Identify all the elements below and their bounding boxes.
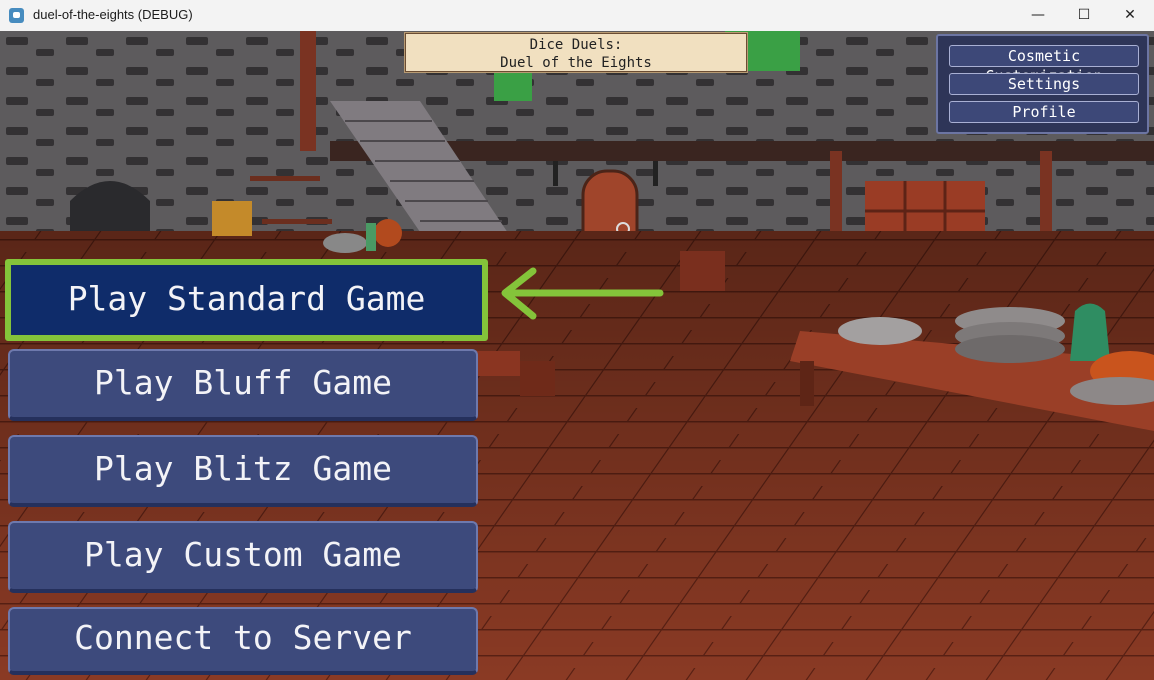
godot-app-icon: [9, 8, 24, 23]
play-standard-game-button[interactable]: Play Standard Game: [5, 259, 488, 341]
play-blitz-game-button[interactable]: Play Blitz Game: [8, 435, 478, 507]
game-viewport: Dice Duels: Duel of the Eights Cosmetic …: [0, 31, 1154, 680]
cosmetic-customization-button[interactable]: Cosmetic Customization: [949, 45, 1139, 85]
window-title-bar: duel-of-the-eights (DEBUG) — ☐ ✕: [0, 0, 1154, 32]
top-right-menu-panel: Cosmetic Customization Settings Profile: [936, 34, 1149, 134]
banner-line-2: Duel of the Eights: [500, 55, 652, 71]
arrow-left-icon: [501, 267, 664, 320]
banner-line-1: Dice Duels:: [529, 37, 623, 53]
close-button[interactable]: ✕: [1107, 0, 1153, 31]
settings-button[interactable]: Settings: [949, 73, 1139, 95]
maximize-button[interactable]: ☐: [1061, 0, 1107, 31]
play-custom-game-button[interactable]: Play Custom Game: [8, 521, 478, 593]
play-bluff-game-button[interactable]: Play Bluff Game: [8, 349, 478, 421]
window-title: duel-of-the-eights (DEBUG): [33, 7, 193, 22]
connect-to-server-button[interactable]: Connect to Server: [8, 607, 478, 675]
profile-button[interactable]: Profile: [949, 101, 1139, 123]
game-title-banner: Dice Duels: Duel of the Eights: [404, 32, 748, 73]
minimize-button[interactable]: —: [1015, 0, 1061, 31]
